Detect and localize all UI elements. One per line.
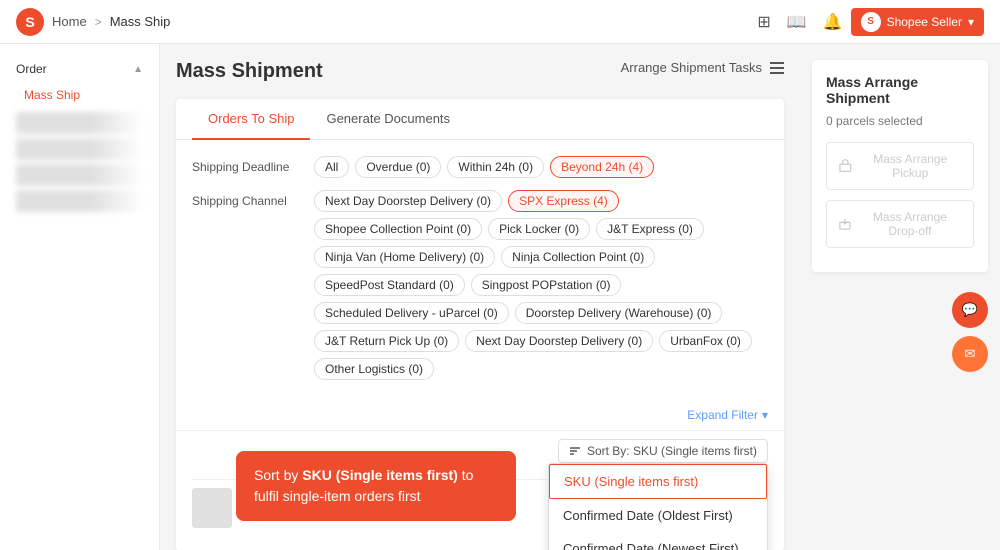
product-thumbnail [192,488,232,528]
pickup-icon [839,159,852,173]
deadline-tag-beyond24h[interactable]: Beyond 24h (4) [550,156,654,178]
channel-tag-12[interactable]: Next Day Doorstep Delivery (0) [465,330,653,352]
sort-option-1[interactable]: Confirmed Date (Oldest First) [549,499,767,532]
deadline-tag-within24h[interactable]: Within 24h (0) [447,156,544,178]
channel-tag-11[interactable]: J&T Return Pick Up (0) [314,330,459,352]
book-icon[interactable]: 📖 [787,12,807,32]
breadcrumb-separator: > [95,15,102,29]
bell-icon[interactable]: 🔔 [823,12,843,32]
right-panel: Mass Arrange Shipment 0 parcels selected… [800,44,1000,550]
sort-tooltip: Sort by SKU (Single items first) to fulf… [236,451,516,521]
sidebar-item-blurred-3 [16,164,143,186]
chat-icon: 💬 [962,302,978,318]
chevron-down-icon: ▾ [762,408,768,422]
mass-arrange-dropoff-button[interactable]: Mass Arrange Drop-off [826,200,974,248]
seller-avatar: S [861,12,881,32]
main-content: Mass Shipment Arrange Shipment Tasks Ord… [160,44,800,550]
channel-tag-13[interactable]: UrbanFox (0) [659,330,752,352]
sort-dropdown: SKU (Single items first) Confirmed Date … [548,463,768,550]
pickup-btn-label: Mass Arrange Pickup [860,152,961,180]
sort-option-0[interactable]: SKU (Single items first) [549,464,767,499]
seller-label: Shopee Seller [887,15,962,29]
home-link[interactable]: Home [52,14,87,29]
channel-tag-0[interactable]: Next Day Doorstep Delivery (0) [314,190,502,212]
parcels-selected: 0 parcels selected [826,114,974,128]
channel-tags: Next Day Doorstep Delivery (0) SPX Expre… [314,190,768,380]
tooltip-highlight: SKU (Single items first) [302,467,458,483]
deadline-tag-overdue[interactable]: Overdue (0) [355,156,441,178]
sort-button[interactable]: Sort By: SKU (Single items first) [558,439,768,463]
deadline-tag-all[interactable]: All [314,156,349,178]
channel-tag-4[interactable]: J&T Express (0) [596,218,704,240]
sidebar-item-blurred-2 [16,138,143,160]
channel-tag-9[interactable]: Scheduled Delivery - uParcel (0) [314,302,509,324]
channel-tag-7[interactable]: SpeedPost Standard (0) [314,274,465,296]
nav-icons-group: ⊞ 📖 🔔 [757,12,842,32]
dropoff-icon [839,217,851,231]
expand-filter-label: Expand Filter [687,408,758,422]
filters-section: Shipping Deadline All Overdue (0) Within… [176,140,784,408]
channel-tag-1[interactable]: SPX Express (4) [508,190,619,212]
channel-tag-5[interactable]: Ninja Van (Home Delivery) (0) [314,246,495,268]
shipping-channel-label: Shipping Channel [192,190,302,208]
tabs-bar: Orders To Ship Generate Documents [176,99,784,140]
page-header: Mass Shipment Arrange Shipment Tasks [176,60,784,83]
sidebar-item-blurred-4 [16,190,143,212]
mass-arrange-pickup-button[interactable]: Mass Arrange Pickup [826,142,974,190]
hamburger-icon [770,62,784,74]
main-card: Orders To Ship Generate Documents Shippi… [176,99,784,550]
message-float-button[interactable]: ✉ [952,336,988,372]
sidebar-section-order[interactable]: Order ▲ [0,56,159,82]
sidebar: Order ▲ Mass Ship [0,44,160,550]
dropoff-btn-label: Mass Arrange Drop-off [859,210,961,238]
sidebar-item-blurred-1 [16,112,143,134]
channel-tag-10[interactable]: Doorstep Delivery (Warehouse) (0) [515,302,723,324]
sort-label: Sort By: SKU (Single items first) [587,444,757,458]
arrange-tasks-button[interactable]: Arrange Shipment Tasks [621,60,784,75]
message-icon: ✉ [965,346,976,362]
tab-orders-to-ship[interactable]: Orders To Ship [192,99,310,140]
channel-tag-6[interactable]: Ninja Collection Point (0) [501,246,655,268]
top-navigation: S Home > Mass Ship ⊞ 📖 🔔 S Shopee Seller… [0,0,1000,44]
right-panel-title: Mass Arrange Shipment [826,74,974,106]
tooltip-line1: Sort by [254,467,302,483]
chevron-up-icon: ▲ [133,64,143,75]
right-panel-card: Mass Arrange Shipment 0 parcels selected… [812,60,988,272]
grid-icon[interactable]: ⊞ [757,12,770,32]
channel-tag-3[interactable]: Pick Locker (0) [488,218,590,240]
sidebar-item-mass-ship[interactable]: Mass Ship [0,82,159,108]
deadline-tags: All Overdue (0) Within 24h (0) Beyond 24… [314,156,654,178]
shopee-logo: S [16,8,44,36]
channel-tag-8[interactable]: Singpost POPstation (0) [471,274,622,296]
expand-filter-button[interactable]: Expand Filter ▾ [687,408,768,422]
seller-badge[interactable]: S Shopee Seller ▾ [851,8,984,36]
chat-float-button[interactable]: 💬 [952,292,988,328]
expand-filter-row: Expand Filter ▾ [176,408,784,430]
tab-generate-documents[interactable]: Generate Documents [310,99,466,140]
sort-dropdown-list: SKU (Single items first) Confirmed Date … [548,463,768,550]
seller-chevron-icon: ▾ [968,15,974,29]
shipping-deadline-label: Shipping Deadline [192,156,302,174]
channel-tag-2[interactable]: Shopee Collection Point (0) [314,218,482,240]
shipping-channel-row: Shipping Channel Next Day Doorstep Deliv… [192,190,768,380]
channel-tag-14[interactable]: Other Logistics (0) [314,358,434,380]
sort-option-2[interactable]: Confirmed Date (Newest First) [549,532,767,550]
breadcrumb-current: Mass Ship [110,14,171,29]
arrange-tasks-label: Arrange Shipment Tasks [621,60,762,75]
floating-buttons: 💬 ✉ [812,292,988,372]
sort-icon [569,445,581,457]
page-title: Mass Shipment [176,60,323,83]
shipping-deadline-row: Shipping Deadline All Overdue (0) Within… [192,156,768,178]
